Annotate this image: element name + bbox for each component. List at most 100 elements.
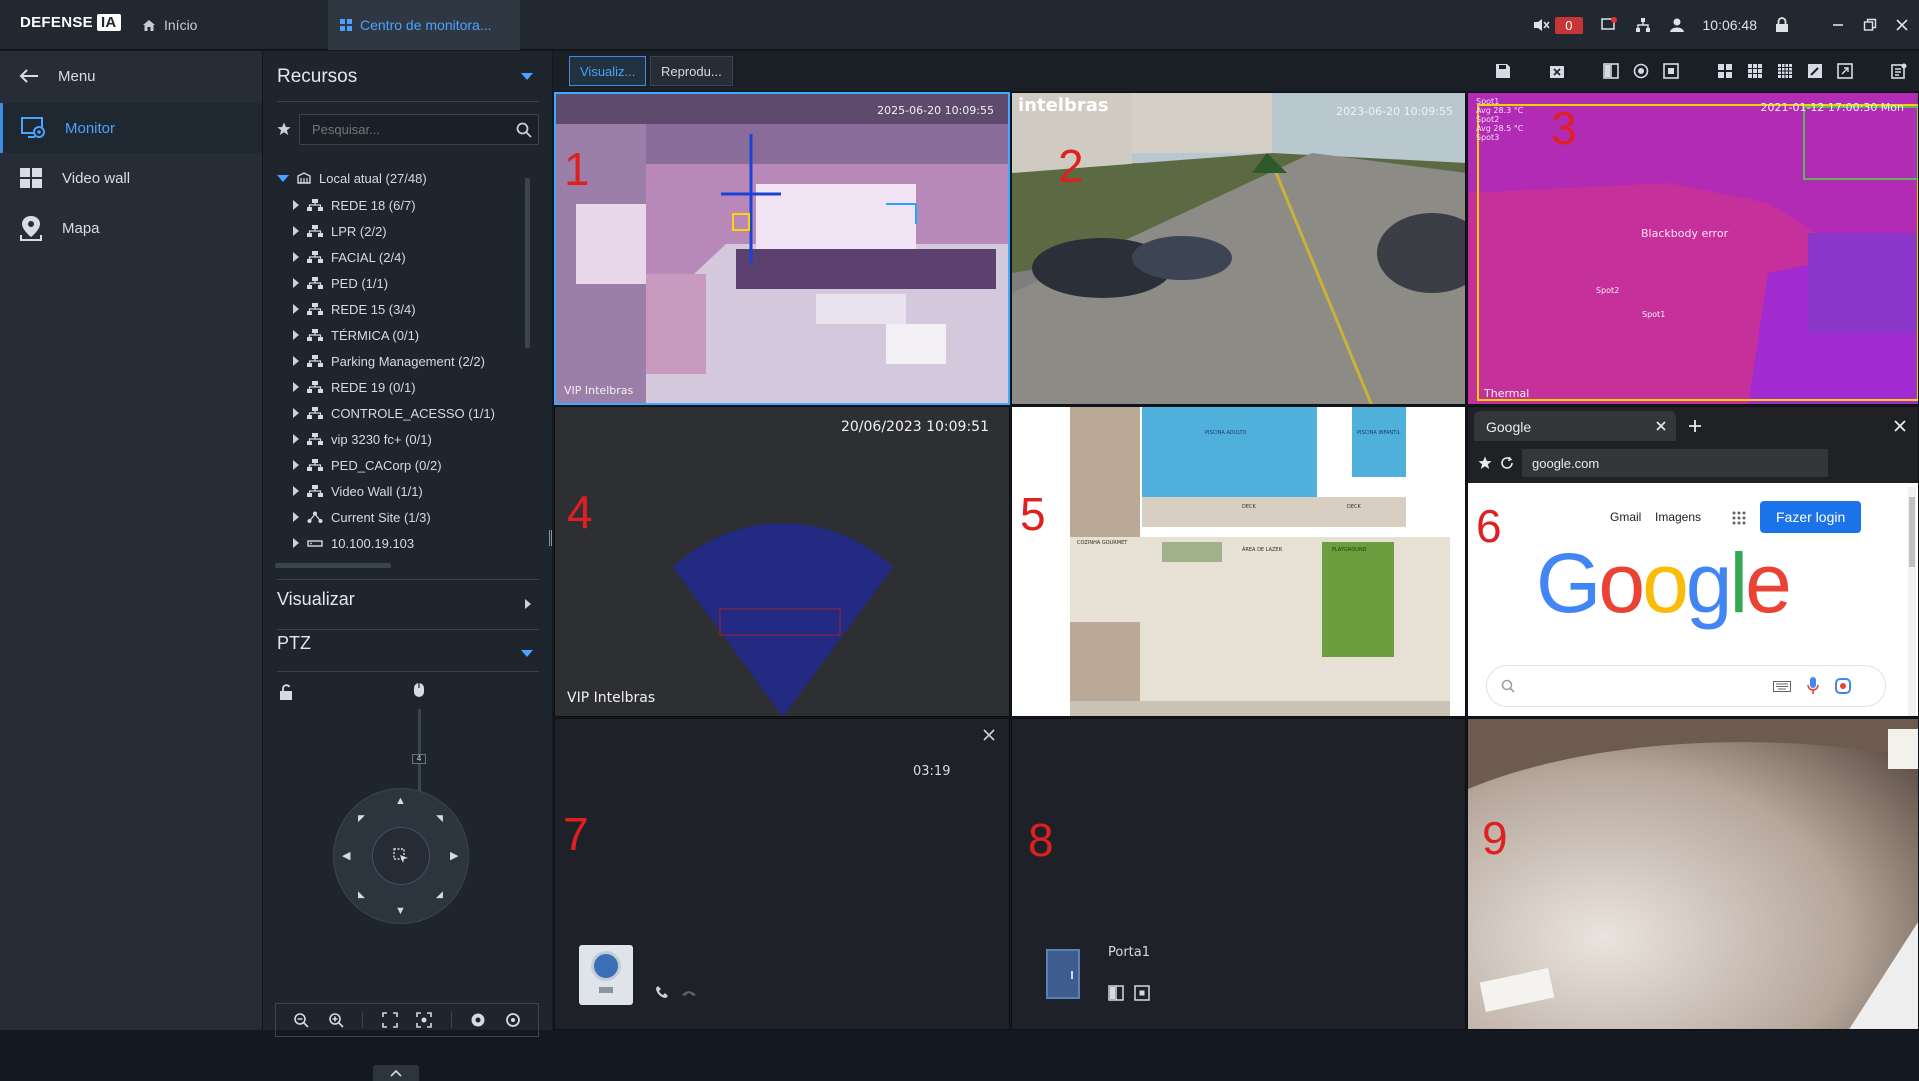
ptz-upright-icon[interactable]: ◥ bbox=[436, 813, 443, 824]
scrollbar-thumb[interactable] bbox=[1909, 497, 1915, 567]
close-icon[interactable] bbox=[1895, 18, 1909, 32]
search-field[interactable] bbox=[299, 114, 539, 145]
video-tile-3[interactable]: Spot1 Avg 28.3 °C Spot2 Avg 28.5 °C Spot… bbox=[1467, 92, 1919, 405]
menu-back-button[interactable]: Menu bbox=[0, 51, 262, 101]
tree-item[interactable]: TÉRMICA (0/1) bbox=[293, 322, 419, 348]
tree-root[interactable]: Local atual (27/48) bbox=[277, 165, 427, 191]
tab-centro-monitoramento[interactable]: Centro de monitora... bbox=[328, 0, 520, 50]
video-tile-8[interactable]: Porta1 8 bbox=[1011, 718, 1466, 1030]
ptz-down-icon[interactable]: ▼ bbox=[395, 905, 406, 917]
tree-item[interactable]: LPR (2/2) bbox=[293, 218, 387, 244]
door-open-icon[interactable] bbox=[1603, 63, 1619, 79]
panel-resize-handle[interactable] bbox=[549, 530, 552, 546]
voice-search-icon[interactable] bbox=[1807, 677, 1819, 695]
ptz-speed-slider[interactable] bbox=[418, 709, 421, 796]
google-search-box[interactable] bbox=[1486, 665, 1886, 707]
ptz-upleft-icon[interactable]: ◤ bbox=[358, 813, 365, 824]
event-list-icon[interactable] bbox=[1891, 63, 1907, 79]
snapshot-icon[interactable] bbox=[1134, 985, 1150, 1001]
browser-scrollbar[interactable] bbox=[1908, 487, 1916, 716]
expand-panel-button[interactable] bbox=[373, 1065, 419, 1081]
focus-near-icon[interactable] bbox=[416, 1012, 433, 1028]
ptz-speed-handle[interactable]: 4 bbox=[412, 754, 426, 764]
tree-item[interactable]: FACIAL (2/4) bbox=[293, 244, 406, 270]
reload-icon[interactable] bbox=[1500, 456, 1514, 470]
zoom-in-icon[interactable] bbox=[328, 1012, 344, 1028]
apps-grid-icon[interactable] bbox=[1732, 511, 1746, 525]
ptz-downright-icon[interactable]: ◢ bbox=[436, 889, 443, 900]
iris-icon[interactable] bbox=[470, 1012, 486, 1028]
video-tile-5[interactable]: PISCINA ADULTO PISCINA INFANTIL DECK DEC… bbox=[1011, 406, 1466, 717]
lens-search-icon[interactable] bbox=[1835, 678, 1851, 694]
hang-up-icon[interactable] bbox=[681, 989, 697, 997]
tree-item[interactable]: PED (1/1) bbox=[293, 270, 388, 296]
login-button[interactable]: Fazer login bbox=[1760, 501, 1862, 533]
tree-item[interactable]: REDE 19 (0/1) bbox=[293, 374, 416, 400]
collapse-resources-icon[interactable] bbox=[521, 73, 533, 80]
new-tab-icon[interactable] bbox=[1688, 419, 1702, 433]
ptz-left-icon[interactable]: ◀ bbox=[342, 849, 350, 862]
edit-layout-icon[interactable] bbox=[1807, 63, 1823, 79]
video-tile-7[interactable]: 03:19 7 bbox=[554, 718, 1010, 1030]
browser-tab[interactable]: Google bbox=[1474, 411, 1676, 441]
tree-item[interactable]: REDE 18 (6/7) bbox=[293, 192, 416, 218]
tree-horizontal-scrollbar[interactable] bbox=[275, 563, 391, 568]
close-browser-icon[interactable] bbox=[1894, 420, 1906, 432]
tree-item[interactable]: REDE 15 (3/4) bbox=[293, 296, 416, 322]
nav-item-monitor[interactable]: Monitor bbox=[0, 103, 262, 153]
ptz-right-icon[interactable]: ▶ bbox=[450, 849, 458, 862]
video-tile-4[interactable]: 20/06/2023 10:09:51 VIP Intelbras 4 bbox=[554, 406, 1010, 717]
nav-item-video-wall[interactable]: Video wall bbox=[0, 153, 262, 203]
tree-item[interactable]: PED_CACorp (0/2) bbox=[293, 452, 442, 478]
video-tile-9[interactable]: 9 bbox=[1467, 718, 1919, 1030]
tree-item[interactable]: Parking Management (2/2) bbox=[293, 348, 485, 374]
tree-item[interactable]: vip 3230 fc+ (0/1) bbox=[293, 426, 432, 452]
alarm-sound-toggle[interactable]: 0 bbox=[1533, 16, 1583, 34]
tree-item[interactable]: Current Site (1/3) bbox=[293, 504, 431, 530]
focus-far-icon[interactable] bbox=[381, 1012, 398, 1028]
open-door-icon[interactable] bbox=[1108, 985, 1124, 1001]
clear-all-icon[interactable] bbox=[1549, 63, 1565, 79]
gmail-link[interactable]: Gmail bbox=[1610, 510, 1641, 524]
close-call-icon[interactable] bbox=[983, 729, 995, 741]
refresh-icon[interactable] bbox=[505, 1012, 521, 1028]
ptz-downleft-icon[interactable]: ◣ bbox=[358, 889, 365, 900]
expand-visualizar-icon[interactable] bbox=[525, 599, 531, 609]
video-tile-6[interactable]: Google google.com Gmail Imagens Fazer lo… bbox=[1467, 406, 1919, 717]
ptz-up-icon[interactable]: ▲ bbox=[395, 795, 406, 807]
images-link[interactable]: Imagens bbox=[1655, 510, 1701, 524]
search-icon[interactable] bbox=[516, 122, 532, 138]
tree-vertical-scrollbar[interactable] bbox=[525, 178, 530, 348]
minimize-icon[interactable] bbox=[1831, 18, 1845, 32]
tab-visualizacao[interactable]: Visualiz... bbox=[569, 56, 647, 86]
nav-item-mapa[interactable]: Mapa bbox=[0, 203, 262, 253]
network-topology-icon[interactable] bbox=[1635, 17, 1651, 33]
ptz-center-button[interactable] bbox=[372, 827, 430, 885]
star-icon[interactable] bbox=[277, 122, 291, 136]
unlock-icon[interactable] bbox=[277, 683, 295, 701]
layout-16-icon[interactable] bbox=[1777, 63, 1793, 79]
bookmark-star-icon[interactable] bbox=[1478, 456, 1492, 470]
tab-reproducao[interactable]: Reprodu... bbox=[650, 56, 733, 86]
restore-icon[interactable] bbox=[1863, 18, 1877, 32]
collapse-ptz-icon[interactable] bbox=[521, 650, 533, 657]
fullscreen-icon[interactable] bbox=[1837, 63, 1853, 79]
save-icon[interactable] bbox=[1495, 63, 1511, 79]
close-tab-icon[interactable] bbox=[1656, 421, 1666, 431]
answer-call-icon[interactable] bbox=[655, 985, 669, 999]
search-input[interactable] bbox=[312, 122, 502, 137]
keyboard-icon[interactable] bbox=[1773, 681, 1791, 692]
layout-9-icon[interactable] bbox=[1747, 63, 1763, 79]
zoom-out-icon[interactable] bbox=[293, 1012, 309, 1028]
mouse-icon[interactable] bbox=[413, 682, 425, 698]
tree-item[interactable]: CONTROLE_ACESSO (1/1) bbox=[293, 400, 495, 426]
video-tile-2[interactable]: intelbras 2023-06-20 10:09:55 2 bbox=[1011, 92, 1466, 405]
ptz-direction-pad[interactable]: ▲ ▼ ◀ ▶ ◤ ◥ ◣ ◢ bbox=[333, 788, 469, 924]
record-all-icon[interactable] bbox=[1633, 63, 1649, 79]
tab-inicio[interactable]: Início bbox=[130, 0, 209, 50]
video-tile-1[interactable]: 2025-06-20 10:09:55 VIP Intelbras 1 bbox=[554, 92, 1010, 405]
tree-item[interactable]: Video Wall (1/1) bbox=[293, 478, 423, 504]
lock-icon[interactable] bbox=[1775, 17, 1789, 33]
layout-4-icon[interactable] bbox=[1717, 63, 1733, 79]
user-icon[interactable] bbox=[1669, 17, 1685, 33]
